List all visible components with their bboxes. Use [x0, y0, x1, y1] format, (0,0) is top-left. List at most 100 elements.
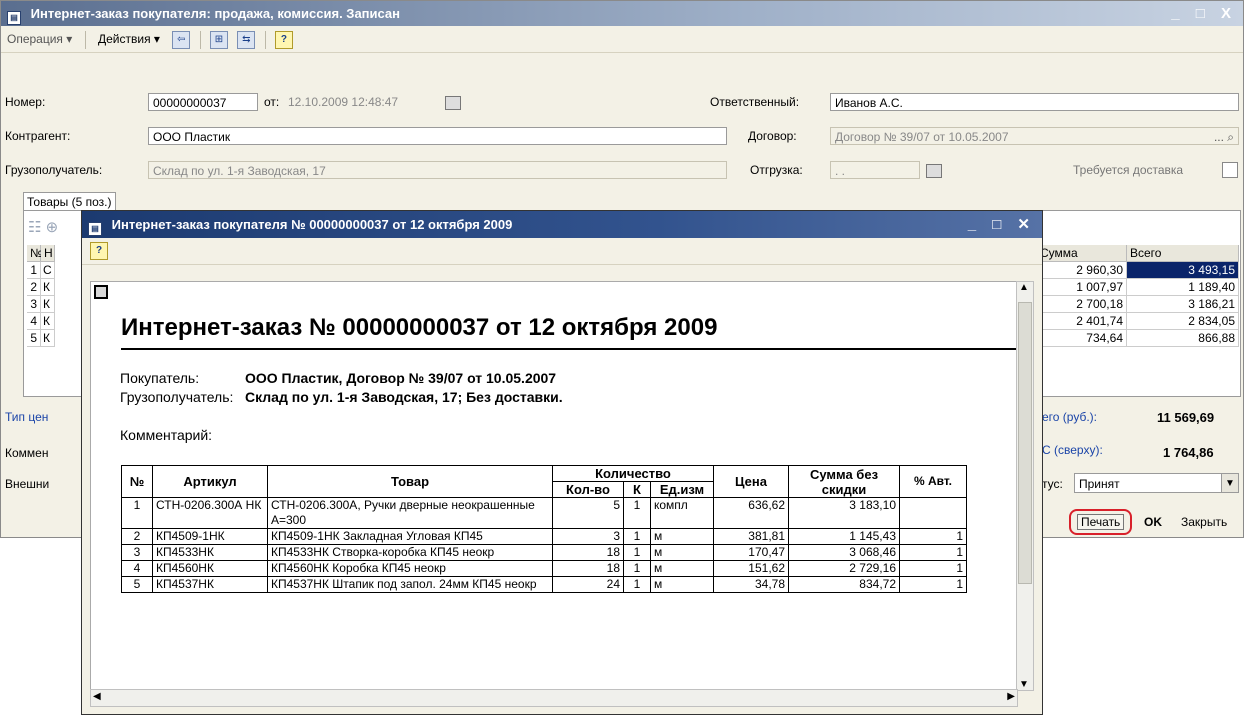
responsible-field[interactable]: Иванов А.С.	[830, 93, 1239, 111]
scroll-down-icon[interactable]: ▼	[1019, 679, 1029, 690]
main-title-bar[interactable]: ▤ Интернет-заказ покупателя: продажа, ко…	[1, 1, 1243, 26]
vertical-scrollbar[interactable]: ▲ ▼	[1016, 281, 1034, 691]
print-toolbar: ?	[82, 238, 1042, 265]
grid-cell-no[interactable]: 5	[27, 330, 41, 347]
th-article: Артикул	[152, 465, 268, 498]
th-sum-no-discount: Сумма без скидки	[788, 465, 900, 498]
grid-col-total[interactable]: Всего	[1127, 245, 1239, 262]
grid-cell-total-selected[interactable]: 3 493,15	[1127, 262, 1239, 279]
cell-unit: м	[650, 528, 714, 545]
th-price: Цена	[713, 465, 789, 498]
cell-k: 1	[623, 528, 651, 545]
calendar-icon[interactable]	[445, 96, 461, 110]
help-icon[interactable]: ?	[90, 242, 108, 260]
th-qty: Кол-во	[552, 481, 624, 498]
print-window-controls[interactable]: _ □ ✕	[968, 211, 1036, 238]
grid-col-no[interactable]: №	[27, 245, 43, 262]
document-page: Интернет-заказ № 00000000037 от 12 октяб…	[90, 281, 1017, 703]
grid-cell-name[interactable]: К	[41, 279, 55, 296]
main-window-controls[interactable]: _ □ X	[1171, 1, 1237, 26]
consignee-label: Грузополучатель:	[5, 163, 103, 177]
back-arrow-icon[interactable]: ⇦	[172, 30, 191, 49]
help-icon[interactable]: ?	[274, 30, 293, 49]
grid-toolbar-icon[interactable]: ☷ ⊕	[28, 218, 58, 236]
grid-cell-no[interactable]: 4	[27, 313, 41, 330]
cell-unit: м	[650, 560, 714, 577]
cell-article: КП4537НК	[152, 576, 268, 593]
close-button[interactable]: Закрыть	[1175, 511, 1233, 533]
vat-label: С (сверху):	[1042, 443, 1103, 457]
select-search-icon[interactable]: ... ⌕	[1214, 128, 1234, 144]
horizontal-scrollbar[interactable]: ◀ ▶	[90, 689, 1018, 707]
chevron-down-icon[interactable]: ▼	[1221, 474, 1238, 492]
grid-cell-total[interactable]: 866,88	[1127, 330, 1239, 347]
grid-cell-sum[interactable]: 1 007,97	[1037, 279, 1127, 296]
price-type-label[interactable]: Тип цен	[5, 410, 48, 424]
grid-cell-name[interactable]: С	[41, 262, 55, 279]
cell-sum: 834,72	[788, 576, 900, 593]
print-button[interactable]: Печать	[1069, 509, 1133, 535]
shipment-date-field[interactable]: . .	[830, 161, 920, 179]
status-value: Принят	[1079, 477, 1120, 491]
document-flow-icon[interactable]: ⇆	[237, 30, 256, 49]
cell-unit: м	[650, 576, 714, 593]
cell-k: 1	[623, 560, 651, 577]
cell-sum: 1 145,43	[788, 528, 900, 545]
grid-cell-sum[interactable]: 734,64	[1037, 330, 1127, 347]
grid-cell-no[interactable]: 3	[27, 296, 41, 313]
calendar-icon[interactable]	[926, 164, 942, 178]
grid-cell-name[interactable]: К	[41, 296, 55, 313]
grid-cell-total[interactable]: 3 186,21	[1127, 296, 1239, 313]
print-title-bar[interactable]: ▤ Интернет-заказ покупателя № 0000000003…	[82, 211, 1042, 238]
th-goods: Товар	[267, 465, 553, 498]
cell-auto: 1	[899, 528, 967, 545]
cell-qty: 24	[552, 576, 624, 593]
grid-cell-no[interactable]: 2	[27, 279, 41, 296]
number-field[interactable]: 00000000037	[148, 93, 258, 111]
counterparty-field[interactable]: ООО Пластик	[148, 127, 727, 145]
grid-cell-name[interactable]: К	[41, 313, 55, 330]
cell-goods: КП4537НК Штапик под запол. 24мм КП45 нео…	[267, 576, 553, 593]
cell-qty: 3	[552, 528, 624, 545]
grid-cell-sum[interactable]: 2 960,30	[1037, 262, 1127, 279]
grid-cell-total[interactable]: 2 834,05	[1127, 313, 1239, 330]
consignee-field[interactable]: Склад по ул. 1-я Заводская, 17	[148, 161, 727, 179]
th-unit: Ед.изм	[650, 481, 714, 498]
status-select[interactable]: Принят ▼	[1074, 473, 1239, 493]
cell-article: СТН-0206.300А НК	[152, 497, 268, 529]
grid-cell-sum[interactable]: 2 700,18	[1037, 296, 1127, 313]
responsible-label: Ответственный:	[710, 95, 800, 109]
th-k: К	[623, 481, 651, 498]
print-preview-window: ▤ Интернет-заказ покупателя № 0000000003…	[81, 210, 1043, 715]
delivery-checkbox[interactable]	[1222, 162, 1238, 178]
scroll-left-icon[interactable]: ◀	[93, 691, 101, 702]
document-icon: ▤	[88, 222, 102, 236]
tab-goods[interactable]: Товары (5 поз.)	[23, 192, 116, 211]
cell-no: 4	[121, 560, 153, 577]
date-field[interactable]: 12.10.2009 12:48:47	[288, 95, 398, 109]
main-window-title: Интернет-заказ покупателя: продажа, коми…	[30, 6, 400, 21]
grid-cell-name[interactable]: К	[41, 330, 55, 347]
grid-col-name[interactable]: Н	[41, 245, 55, 262]
scroll-right-icon[interactable]: ▶	[1007, 691, 1015, 702]
grid-cell-no[interactable]: 1	[27, 262, 41, 279]
grid-cell-total[interactable]: 1 189,40	[1127, 279, 1239, 296]
cell-no: 5	[121, 576, 153, 593]
operation-menu[interactable]: Операция ▾	[1, 26, 78, 52]
main-toolbar: Операция ▾ Действия ▾ ⇦ ⊞ ⇆ ?	[1, 26, 1243, 53]
cell-goods: СТН-0206.300А, Ручки дверные неокрашенны…	[267, 497, 553, 529]
cell-price: 636,62	[713, 497, 789, 529]
structure-icon[interactable]: ⊞	[209, 30, 228, 49]
cell-auto: 1	[899, 560, 967, 577]
grid-col-sum[interactable]: Сумма	[1037, 245, 1127, 262]
contract-field[interactable]: Договор № 39/07 от 10.05.2007 ... ⌕	[830, 127, 1239, 145]
actions-menu[interactable]: Действия ▾	[92, 26, 166, 52]
vat-value: 1 764,86	[1163, 445, 1214, 460]
scroll-thumb[interactable]	[1018, 302, 1032, 584]
toolbar-separator	[199, 30, 201, 49]
ok-button[interactable]: OK	[1138, 511, 1168, 533]
scroll-up-icon[interactable]: ▲	[1019, 282, 1029, 293]
grid-cell-sum[interactable]: 2 401,74	[1037, 313, 1127, 330]
document-icon: ▤	[7, 11, 21, 25]
cell-auto	[899, 497, 967, 529]
